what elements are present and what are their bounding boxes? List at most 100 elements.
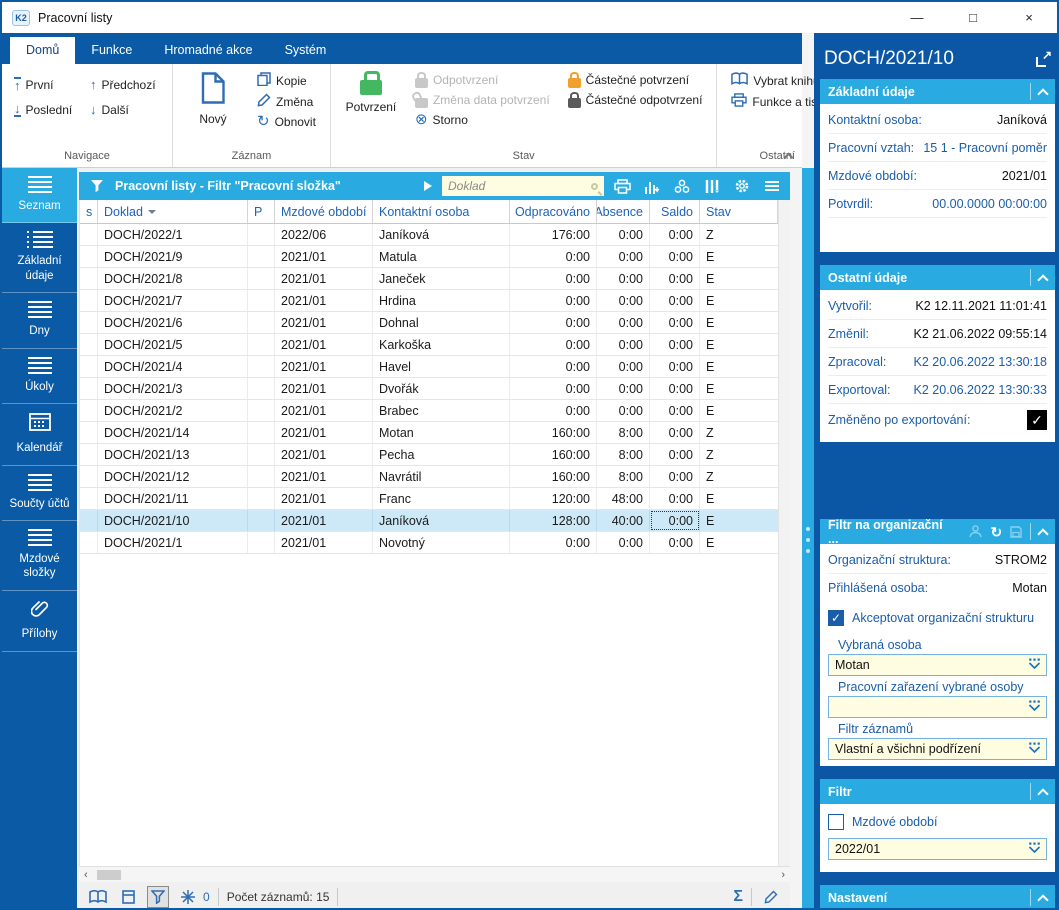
settings-icon[interactable] [730,175,754,197]
collapse-icon[interactable] [1037,88,1048,99]
cell[interactable]: 0:00 [650,422,700,443]
cell[interactable]: 0:00 [597,334,650,355]
section-header[interactable]: Ostatní údaje [820,265,1055,290]
table-row[interactable]: DOCH/2021/62021/01Dohnal0:000:000:00E [80,312,790,334]
cell[interactable] [80,510,98,531]
cell[interactable]: 2021/01 [275,334,373,355]
cell[interactable] [248,224,275,245]
ribbon-item-ste-n-odpotvrzen[interactable]: Částečné odpotvrzení [564,90,707,110]
cell[interactable]: DOCH/2021/5 [98,334,248,355]
ribbon-item-prvn[interactable]: ↑První [10,72,86,97]
ribbon-item-potvrzen[interactable]: Potvrzení [341,68,401,114]
cell[interactable]: 8:00 [597,422,650,443]
filter-funnel-icon[interactable] [85,175,109,197]
cell[interactable]: Z [700,224,790,245]
cell[interactable]: 2021/01 [275,268,373,289]
sidebar-item-kalend[interactable]: Kalendář [2,404,77,466]
cell[interactable]: DOCH/2021/14 [98,422,248,443]
cell[interactable]: 0:00 [650,268,700,289]
cell[interactable]: DOCH/2021/13 [98,444,248,465]
ribbon-item-kopie[interactable]: Kopie [253,70,320,91]
table-row[interactable]: DOCH/2021/102021/01Janíková128:0040:000:… [80,510,790,532]
panel-splitter[interactable] [802,168,814,910]
cell[interactable]: Janeček [373,268,510,289]
table-row[interactable]: DOCH/2021/22021/01Brabec0:000:000:00E [80,400,790,422]
cell[interactable]: 0:00 [597,290,650,311]
cell[interactable]: 40:00 [597,510,650,531]
cell[interactable]: Dohnal [373,312,510,333]
ribbon-item-storno[interactable]: ⊗Storno [411,110,554,129]
cell[interactable]: DOCH/2021/12 [98,466,248,487]
cell[interactable]: DOCH/2021/7 [98,290,248,311]
sidebar-item-koly[interactable]: Úkoly [2,349,77,404]
tab-funkce[interactable]: Funkce [75,37,148,64]
cell[interactable] [248,400,275,421]
cell[interactable]: 176:00 [510,224,597,245]
cell[interactable]: 0:00 [510,334,597,355]
cell[interactable]: 2021/01 [275,356,373,377]
cell[interactable]: 0:00 [597,224,650,245]
cell[interactable]: Karkoška [373,334,510,355]
cell[interactable]: 48:00 [597,488,650,509]
column-header-p[interactable]: P [248,200,275,223]
cell[interactable]: E [700,378,790,399]
ribbon-item-nov[interactable]: Nový [183,68,243,126]
cell[interactable]: E [700,312,790,333]
column-header-stav[interactable]: Stav [700,200,778,223]
refresh-icon[interactable]: ↻ [990,525,1002,539]
cell[interactable]: Brabec [373,400,510,421]
section-header[interactable]: Základní údaje [820,79,1055,104]
cell[interactable] [248,246,275,267]
cell[interactable] [80,246,98,267]
cell[interactable]: Pecha [373,444,510,465]
cell[interactable]: 0:00 [650,488,700,509]
cell[interactable] [248,378,275,399]
cell[interactable]: 160:00 [510,422,597,443]
cell[interactable] [80,422,98,443]
horizontal-scrollbar[interactable]: ‹ › [79,866,790,882]
cell[interactable]: 0:00 [510,246,597,267]
section-header[interactable]: Nastavení [820,885,1055,910]
cell[interactable]: 0:00 [510,290,597,311]
minimize-button[interactable]: — [889,2,945,33]
scroll-left-icon[interactable]: ‹ [84,869,88,881]
table-row[interactable]: DOCH/2021/122021/01Navrátil160:008:000:0… [80,466,790,488]
cell[interactable] [248,268,275,289]
cell[interactable]: 2021/01 [275,378,373,399]
vertical-scrollbar[interactable] [778,200,790,866]
cell[interactable]: Motan [373,422,510,443]
cell[interactable]: 0:00 [510,400,597,421]
cell[interactable]: Havel [373,356,510,377]
cell[interactable] [248,466,275,487]
cell[interactable]: DOCH/2021/10 [98,510,248,531]
cell[interactable]: E [700,356,790,377]
sidebar-item-z-kladn-daje[interactable]: Základní údaje [2,223,77,293]
cell[interactable]: DOCH/2021/6 [98,312,248,333]
cell[interactable]: Franc [373,488,510,509]
column-header-absence[interactable]: Absence [597,200,650,223]
cell[interactable]: 2021/01 [275,246,373,267]
cell[interactable] [80,488,98,509]
combo-pracovn-za-azen-vybran-osoby[interactable] [828,696,1047,718]
cell[interactable]: 2021/01 [275,510,373,531]
cell[interactable]: E [700,400,790,421]
cell[interactable]: Z [700,466,790,487]
chart-icon[interactable] [640,175,664,197]
cell[interactable]: 0:00 [510,378,597,399]
cell[interactable]: DOCH/2021/1 [98,532,248,553]
cell[interactable]: DOCH/2021/3 [98,378,248,399]
cell[interactable]: DOCH/2022/1 [98,224,248,245]
ribbon-item-p-edchoz[interactable]: ↑Předchozí [86,72,172,97]
section-header[interactable]: Filtr na organizační ... ↻ [820,519,1055,544]
combo-vybran-osoba[interactable]: Motan [828,654,1047,676]
checked-checkbox[interactable]: ✓ [1027,410,1047,430]
cell[interactable] [80,312,98,333]
cell[interactable]: 160:00 [510,444,597,465]
combo-mzdove-obdobi[interactable]: 2022/01 [828,838,1047,860]
cell[interactable]: 0:00 [650,334,700,355]
container-icon[interactable] [117,886,139,908]
cell[interactable] [80,356,98,377]
cell[interactable]: 0:00 [510,532,597,553]
sidebar-item-seznam[interactable]: Seznam [2,168,77,223]
cell[interactable]: Janíková [373,510,510,531]
